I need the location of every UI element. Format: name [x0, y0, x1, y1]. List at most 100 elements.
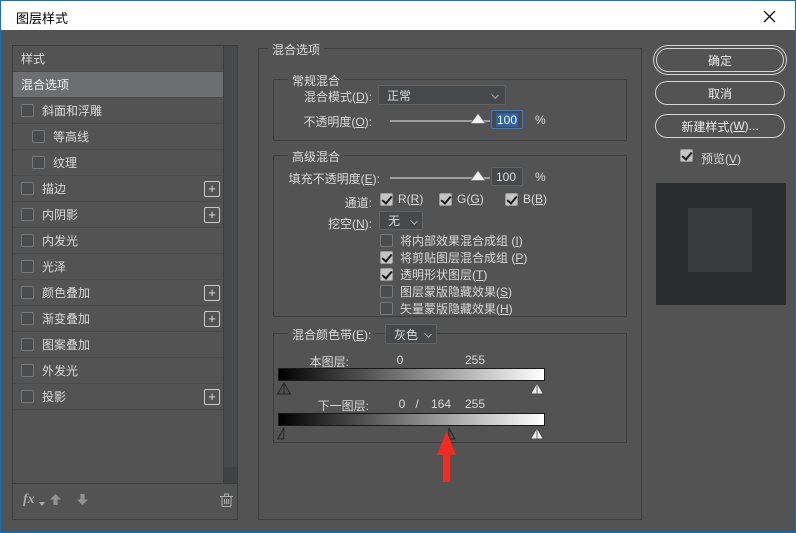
advanced-blending-title: 高级混合 — [288, 148, 345, 165]
this-layer-gradient-bar — [278, 368, 545, 381]
this-layer-black-value: 0 — [396, 353, 404, 367]
sidebar-item-label: 样式 — [21, 52, 46, 66]
effect-checkbox[interactable] — [21, 182, 34, 195]
sidebar-item-8[interactable]: 光泽 — [13, 254, 223, 280]
blend-mode-dropdown[interactable]: 正常 — [378, 85, 506, 105]
blend-if-group: 混合颜色带(E): 灰色 本图层: 0 255 下一图层: 0 / 164 25… — [273, 324, 627, 443]
advanced-option-0: 将内部效果混合成组 (I) — [380, 232, 626, 249]
effect-checkbox[interactable] — [21, 234, 34, 247]
underlying-white-value: 255 — [464, 397, 486, 411]
opacity-label: 不透明度(O): — [303, 115, 372, 129]
cancel-button[interactable]: 取消 — [655, 81, 785, 105]
channel-label: G(G) — [457, 192, 484, 206]
add-effect-instance-button[interactable]: + — [204, 207, 220, 223]
sidebar-item-label: 渐变叠加 — [42, 312, 91, 326]
sidebar-item-0[interactable]: 样式 — [13, 46, 223, 72]
add-effect-instance-button[interactable]: + — [204, 389, 220, 405]
effect-checkbox[interactable] — [21, 260, 34, 273]
option-checkbox[interactable] — [380, 251, 393, 264]
effect-checkbox[interactable] — [21, 390, 34, 403]
move-effect-down-button[interactable] — [76, 493, 89, 509]
blend-if-channel-dropdown[interactable]: 灰色 — [385, 324, 437, 344]
knockout-label: 挖空(N): — [327, 217, 372, 231]
underlying-black-left-half-slider[interactable] — [276, 427, 285, 443]
effect-checkbox[interactable] — [32, 130, 45, 143]
sidebar-item-4[interactable]: 纹理 — [13, 150, 223, 176]
slider-thumb-icon — [469, 112, 487, 124]
opacity-input[interactable]: 100 — [491, 110, 523, 129]
title-bar: 图层样式 — [1, 1, 795, 30]
fx-menu-caret-icon — [39, 502, 45, 506]
opacity-slider-thumb[interactable] — [469, 112, 487, 127]
channel-checkbox[interactable] — [439, 192, 452, 206]
slider-triangle-icon — [529, 381, 545, 395]
effect-checkbox[interactable] — [21, 208, 34, 221]
option-checkbox[interactable] — [380, 268, 393, 281]
channel-checkbox[interactable] — [505, 192, 518, 206]
ok-button[interactable]: 确定 — [653, 45, 787, 75]
add-effect-instance-button[interactable]: + — [204, 311, 220, 327]
option-label: 矢量蒙版隐藏效果(H) — [400, 302, 513, 316]
channel-b: B(B) — [505, 192, 547, 206]
ok-button-label: 确定 — [656, 48, 784, 72]
add-effect-instance-button[interactable]: + — [204, 285, 220, 301]
sidebar-item-11[interactable]: 图案叠加 — [13, 332, 223, 358]
sidebar-item-label: 混合选项 — [21, 78, 70, 92]
effect-checkbox[interactable] — [21, 364, 34, 377]
sidebar-item-6[interactable]: 内阴影 + — [13, 202, 223, 228]
general-blending-title: 常规混合 — [288, 72, 345, 89]
option-label: 透明形状图层(T) — [400, 268, 488, 282]
close-icon — [763, 10, 775, 22]
dialog-title: 图层样式 — [16, 11, 69, 26]
fill-opacity-slider-thumb[interactable] — [469, 169, 487, 184]
arrow-down-icon — [77, 494, 88, 505]
advanced-option-2: 透明形状图层(T) — [380, 266, 626, 283]
option-label: 将内部效果混合成组 (I) — [400, 234, 523, 248]
option-checkbox[interactable] — [380, 302, 393, 315]
channel-checkbox[interactable] — [380, 192, 393, 206]
option-checkbox[interactable] — [380, 285, 393, 298]
opacity-value: 100 — [496, 112, 519, 127]
sidebar-item-5[interactable]: 描边 + — [13, 176, 223, 202]
channels-label: 通道: — [344, 196, 372, 210]
trash-icon — [220, 493, 233, 507]
sidebar-item-9[interactable]: 颜色叠加 + — [13, 280, 223, 306]
sidebar-item-label: 等高线 — [53, 130, 90, 144]
sidebar-item-10[interactable]: 渐变叠加 + — [13, 306, 223, 332]
knockout-dropdown[interactable]: 无 — [379, 211, 423, 230]
option-checkbox[interactable] — [380, 234, 393, 247]
channel-label: B(B) — [523, 192, 548, 206]
effect-checkbox[interactable] — [21, 312, 34, 325]
blend-mode-label: 混合模式(D): — [303, 90, 372, 104]
advanced-option-3: 图层蒙版隐藏效果(S) — [380, 283, 626, 300]
effect-checkbox[interactable] — [32, 156, 45, 169]
close-button[interactable] — [749, 3, 789, 29]
sidebar-item-1[interactable]: 混合选项 — [13, 72, 223, 98]
this-layer-white-slider[interactable] — [529, 381, 545, 398]
effect-checkbox[interactable] — [21, 338, 34, 351]
delete-effect-button[interactable] — [219, 492, 234, 511]
channels-row: R(R) G(G) B(B) — [380, 192, 620, 208]
fill-opacity-input[interactable]: 100 — [491, 167, 523, 186]
sidebar-item-12[interactable]: 外发光 — [13, 358, 223, 384]
add-effect-instance-button[interactable]: + — [204, 181, 220, 197]
advanced-option-1: 将剪贴图层混合成组 (P) — [380, 249, 626, 266]
sidebar-item-3[interactable]: 等高线 — [13, 124, 223, 150]
fx-menu-button[interactable]: fx — [23, 492, 35, 508]
underlying-white-slider[interactable] — [529, 426, 545, 443]
channel-label: R(R) — [398, 192, 424, 206]
move-effect-up-button[interactable] — [49, 493, 62, 509]
chevron-down-icon — [410, 217, 418, 225]
effect-checkbox[interactable] — [21, 286, 34, 299]
sidebar-item-7[interactable]: 内发光 — [13, 228, 223, 254]
sidebar-item-13[interactable]: 投影 + — [13, 384, 223, 410]
sidebar-scrollbar[interactable] — [223, 46, 237, 483]
arrow-up-icon — [50, 494, 61, 505]
slider-thumb-icon — [469, 169, 487, 181]
sidebar-item-2[interactable]: 斜面和浮雕 — [13, 98, 223, 124]
effect-checkbox[interactable] — [21, 104, 34, 117]
this-layer-black-slider[interactable] — [276, 381, 292, 398]
preview-checkbox[interactable] — [680, 149, 693, 162]
new-style-button[interactable]: 新建样式(W)... — [655, 114, 785, 138]
annotation-arrow-up-icon — [436, 431, 457, 486]
